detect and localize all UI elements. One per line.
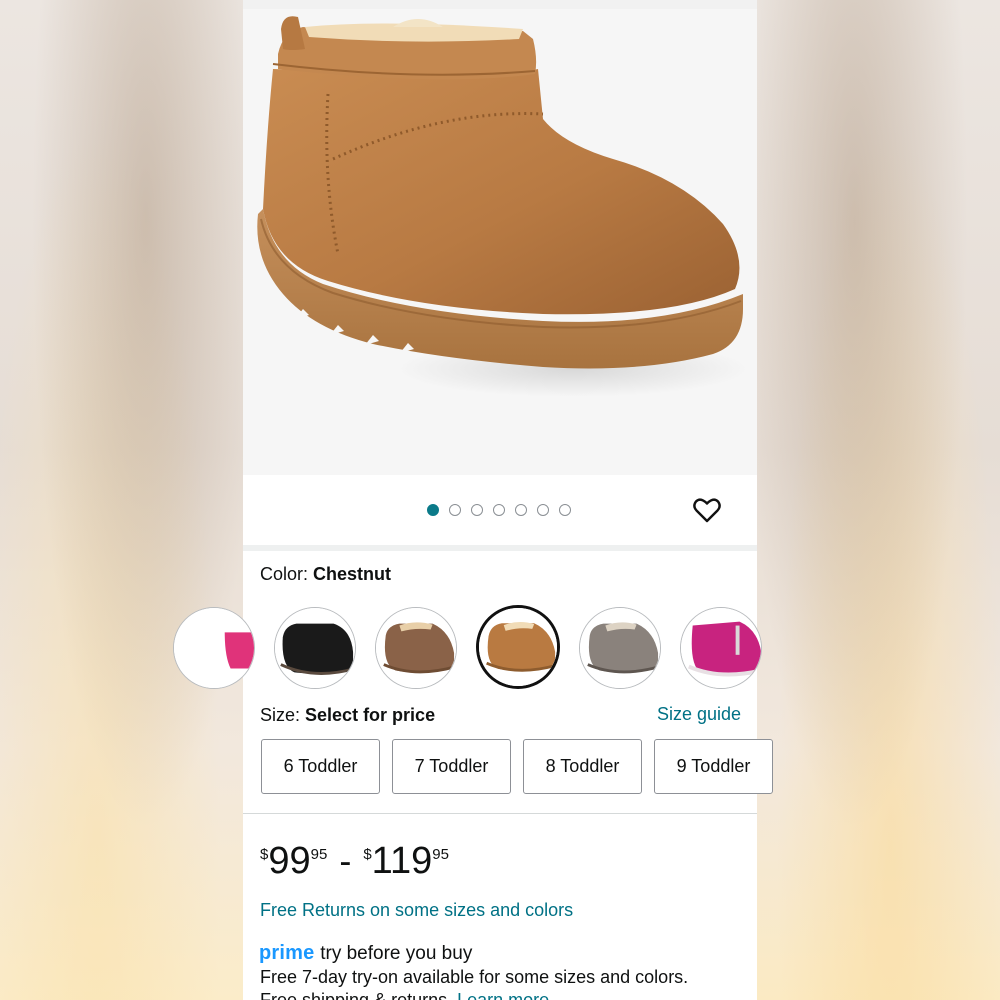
size-option-7-toddler[interactable]: 7 Toddler [392,739,511,794]
heart-icon[interactable] [693,497,721,523]
carousel-dot-5[interactable] [515,504,527,516]
background-right [757,0,1000,1000]
section-divider [243,545,757,551]
product-image[interactable] [243,9,757,475]
swatch-black[interactable] [274,607,356,689]
free-returns-link[interactable]: Free Returns on some sizes and colors [260,900,573,921]
swatch-grey[interactable] [579,607,661,689]
top-strip [243,0,757,9]
carousel-controls [243,475,757,545]
carousel-dot-6[interactable] [537,504,549,516]
boot-illustration [257,16,748,397]
carousel-dot-7[interactable] [559,504,571,516]
product-page [243,0,757,1000]
learn-more-link[interactable]: Learn more [457,990,549,1000]
size-option-8-toddler[interactable]: 8 Toddler [523,739,642,794]
background-left [0,0,243,1000]
swatch-magenta[interactable] [680,607,762,689]
carousel-dot-4[interactable] [493,504,505,516]
color-swatches [173,605,762,691]
carousel-dots [427,504,571,516]
size-option-9-toddler[interactable]: 9 Toddler [654,739,773,794]
swatch-brown[interactable] [375,607,457,689]
carousel-dot-2[interactable] [449,504,461,516]
carousel-dot-1[interactable] [427,504,439,516]
carousel-dot-3[interactable] [471,504,483,516]
swatch-chestnut[interactable] [476,605,560,689]
size-option-6-toddler[interactable]: 6 Toddler [261,739,380,794]
swatch-pink[interactable] [173,607,255,689]
size-guide-link[interactable]: Size guide [657,704,741,725]
